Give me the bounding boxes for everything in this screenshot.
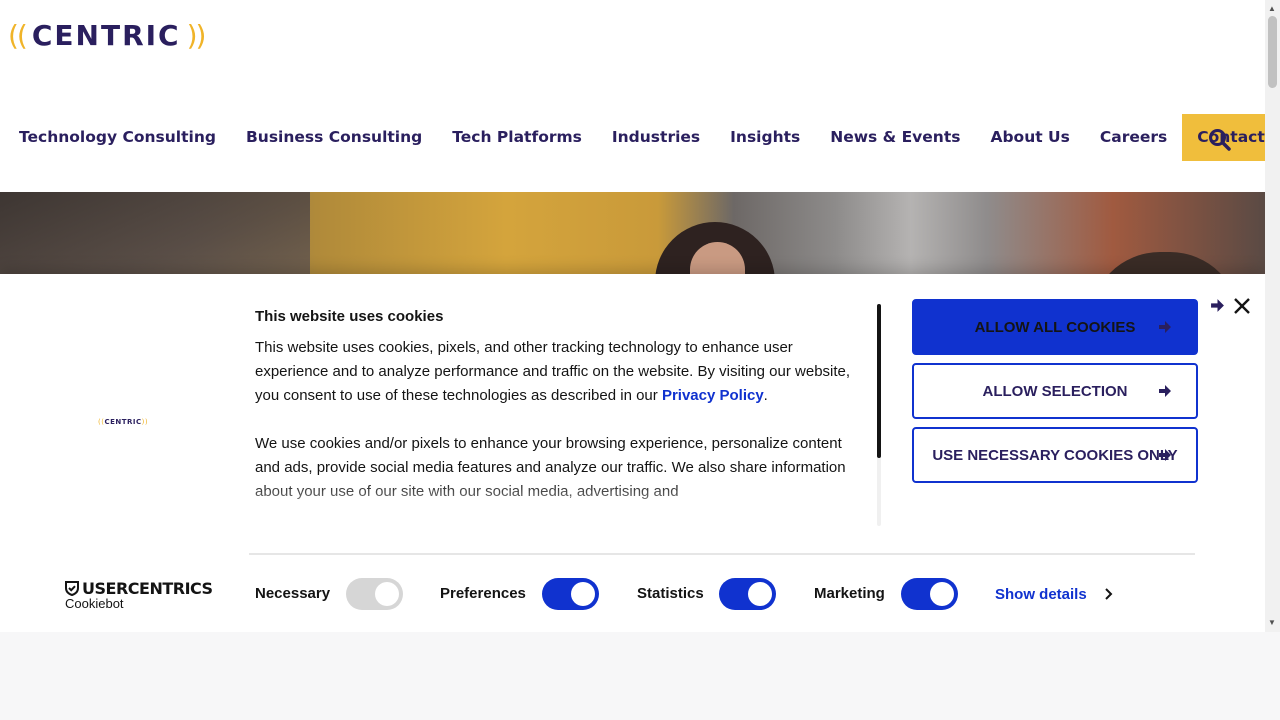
logo-paren-left: (( <box>8 18 28 52</box>
logo-paren-right: )) <box>186 18 207 52</box>
nav-careers[interactable]: Careers <box>1085 114 1182 161</box>
cookie-divider <box>249 553 1195 555</box>
toggle-knob <box>930 582 954 606</box>
hero-image <box>0 192 1265 282</box>
nav-industries[interactable]: Industries <box>597 114 715 161</box>
toggle-knob <box>375 582 399 606</box>
centric-logo[interactable]: (( CENTRIC )) <box>8 18 207 52</box>
allow-selection-label: ALLOW SELECTION <box>982 382 1128 400</box>
allow-all-cookies-button[interactable]: ALLOW ALL COOKIES <box>912 299 1198 355</box>
nav-tech-platforms[interactable]: Tech Platforms <box>437 114 597 161</box>
page: (( CENTRIC )) Technology Consulting Busi… <box>0 0 1265 632</box>
privacy-policy-link[interactable]: Privacy Policy <box>662 387 764 404</box>
cookie-para-1: This website uses cookies, pixels, and o… <box>255 336 855 408</box>
nav-technology-consulting[interactable]: Technology Consulting <box>0 114 231 161</box>
arrow-right-icon <box>1159 449 1171 461</box>
allow-selection-button[interactable]: ALLOW SELECTION <box>912 363 1198 419</box>
necessary-only-label: USE NECESSARY COOKIES ONLY <box>932 446 1178 464</box>
page-scrollbar-thumb[interactable] <box>1268 16 1277 88</box>
nav-insights[interactable]: Insights <box>715 114 815 161</box>
toggle-label-necessary: Necessary <box>255 585 331 602</box>
use-necessary-cookies-button[interactable]: USE NECESSARY COOKIES ONLY <box>912 427 1198 483</box>
toggle-knob <box>748 582 772 606</box>
nav-business-consulting[interactable]: Business Consulting <box>231 114 437 161</box>
arrow-right-icon[interactable] <box>1210 298 1225 313</box>
allow-all-label: ALLOW ALL COOKIES <box>974 318 1136 336</box>
close-icon[interactable] <box>1233 297 1251 315</box>
small-logo-paren-right: )) <box>141 418 149 426</box>
toggle-preferences[interactable] <box>542 578 599 610</box>
cookiebot-text: Cookiebot <box>65 596 124 611</box>
nav-about-us[interactable]: About Us <box>975 114 1084 161</box>
cookie-text-scrollbar-thumb[interactable] <box>877 304 881 458</box>
cookie-text-fade <box>255 480 855 530</box>
cookie-title: This website uses cookies <box>255 308 444 325</box>
shield-check-icon <box>65 581 79 596</box>
logo-wordmark: CENTRIC <box>31 18 181 52</box>
small-logo-word: CENTRIC <box>104 418 142 426</box>
nav-news-events[interactable]: News & Events <box>815 114 975 161</box>
toggle-necessary <box>346 578 403 610</box>
toggle-knob <box>571 582 595 606</box>
hero-stairs-shape <box>0 192 310 282</box>
page-scrollbar[interactable] <box>1265 0 1280 632</box>
toggle-marketing[interactable] <box>901 578 958 610</box>
toggle-label-preferences: Preferences <box>440 585 526 602</box>
chevron-right-icon[interactable] <box>1104 587 1114 601</box>
scroll-up-arrow-icon[interactable]: ▲ <box>1268 4 1276 13</box>
main-nav: Technology Consulting Business Consultin… <box>0 114 1265 161</box>
toggle-statistics[interactable] <box>719 578 776 610</box>
cookie-banner-logo: ((CENTRIC)) <box>98 418 148 426</box>
search-icon[interactable] <box>1207 127 1233 153</box>
arrow-right-icon <box>1159 385 1171 397</box>
usercentrics-cookiebot-logo[interactable]: USERCENTRICS Cookiebot <box>65 579 213 611</box>
cookie-para-1-end: . <box>763 387 768 404</box>
show-details-link[interactable]: Show details <box>995 586 1087 603</box>
toggle-label-statistics: Statistics <box>637 585 704 602</box>
scroll-down-arrow-icon[interactable]: ▼ <box>1268 618 1276 627</box>
arrow-right-icon <box>1159 321 1171 333</box>
cookie-banner: ((CENTRIC)) This website uses cookies Th… <box>0 274 1265 632</box>
toggle-label-marketing: Marketing <box>814 585 885 602</box>
